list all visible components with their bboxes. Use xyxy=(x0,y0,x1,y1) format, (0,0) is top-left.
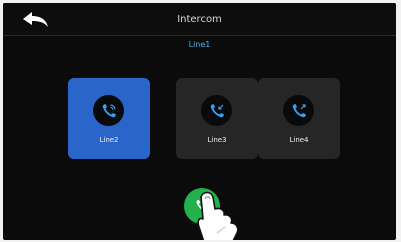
phone-icon xyxy=(196,199,209,212)
call-button[interactable] xyxy=(184,188,220,224)
line-tile-label: Line4 xyxy=(289,136,309,144)
line-tile-label: Line3 xyxy=(207,136,227,144)
page-title: Intercom xyxy=(177,14,222,25)
current-line-label: Line1 xyxy=(188,40,211,49)
phone-incoming-icon xyxy=(201,95,232,126)
line-tile-line3[interactable]: Line3 xyxy=(176,78,258,159)
intercom-screen: Intercom Line1 Line2 Line3 Line4 xyxy=(3,3,396,240)
phone-outgoing-icon xyxy=(283,95,314,126)
line-tile-line2[interactable]: Line2 xyxy=(68,78,150,159)
line-tile-line4[interactable]: Line4 xyxy=(258,78,340,159)
back-arrow-icon xyxy=(23,12,48,27)
back-button[interactable] xyxy=(21,11,51,29)
header-bar: Intercom xyxy=(3,3,396,35)
phone-calling-icon xyxy=(93,95,124,126)
line-tile-label: Line2 xyxy=(99,136,119,144)
header-divider xyxy=(3,35,396,36)
